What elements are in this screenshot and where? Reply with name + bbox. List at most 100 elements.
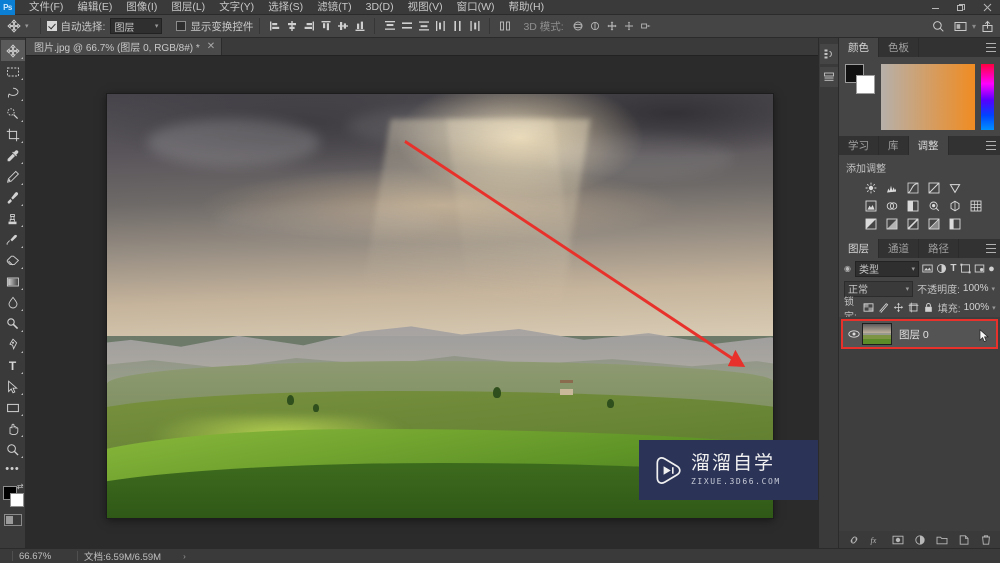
color-swatches[interactable]: ⇄ — [1, 482, 25, 510]
menu-item-10[interactable]: 窗口(W) — [450, 0, 502, 15]
crop-tool-icon[interactable] — [1, 124, 25, 145]
lock-all-icon[interactable] — [923, 301, 934, 315]
distribute-left-edges[interactable] — [432, 17, 449, 35]
quick-selection-tool-icon[interactable] — [1, 103, 25, 124]
adjustments-panel-menu-icon[interactable] — [986, 141, 996, 150]
add-layer-mask-icon[interactable] — [891, 533, 904, 547]
share-icon[interactable] — [976, 16, 998, 36]
layers-panel-menu-icon[interactable] — [986, 244, 996, 253]
curves-icon[interactable] — [905, 181, 920, 195]
tab-learn[interactable]: 学习 — [839, 136, 879, 155]
distribute-bottom-edges[interactable] — [415, 17, 432, 35]
align-bottom-edges[interactable] — [351, 17, 368, 35]
pen-tool-icon[interactable] — [1, 334, 25, 355]
show-transform-controls-checkbox[interactable] — [176, 21, 187, 31]
align-vertical-centers[interactable] — [334, 17, 351, 35]
filter-toggle-icon[interactable]: ◉ — [844, 264, 851, 273]
hand-tool-icon[interactable] — [1, 418, 25, 439]
rectangle-tool-icon[interactable] — [1, 397, 25, 418]
tab-libraries[interactable]: 库 — [879, 136, 909, 155]
align-horizontal-centers[interactable] — [283, 17, 300, 35]
clone-stamp-tool-icon[interactable] — [1, 208, 25, 229]
gradient-map-icon[interactable] — [926, 217, 941, 231]
black-white-icon[interactable] — [905, 199, 920, 213]
move-tool-icon[interactable] — [4, 16, 24, 36]
menu-item-5[interactable]: 文字(Y) — [212, 0, 261, 15]
table-row[interactable]: 图层 0 — [841, 319, 998, 349]
zoom-3d[interactable] — [638, 17, 655, 35]
invert-icon[interactable] — [863, 217, 878, 231]
filter-shape-icon[interactable] — [960, 261, 971, 276]
distribute-top-edges[interactable] — [381, 17, 398, 35]
photo-filter-icon[interactable] — [926, 199, 941, 213]
layer-filter-type-dropdown[interactable]: 类型 ▾ — [854, 260, 919, 277]
menu-item-11[interactable]: 帮助(H) — [502, 0, 552, 15]
blur-tool-icon[interactable] — [1, 292, 25, 313]
move-tool-preset-caret-icon[interactable]: ▾ — [25, 22, 29, 30]
opacity-value[interactable]: 100% — [963, 283, 989, 294]
menu-item-2[interactable]: 编辑(E) — [70, 0, 119, 15]
menu-item-4[interactable]: 图层(L) — [164, 0, 212, 15]
hue-strip-picker[interactable] — [981, 64, 994, 130]
history-brush-tool-icon[interactable] — [1, 229, 25, 250]
filter-enable-toggle[interactable]: ● — [988, 261, 995, 276]
search-icon[interactable] — [928, 16, 950, 36]
vibrance-icon[interactable] — [947, 181, 962, 195]
color-panel-swatches[interactable] — [845, 64, 875, 94]
fill-control[interactable]: 填充: 100% ▾ — [938, 300, 996, 315]
zoom-tool-icon[interactable] — [1, 439, 25, 460]
history-panel-icon[interactable] — [819, 44, 838, 64]
pan-3d[interactable] — [604, 17, 621, 35]
eraser-tool-icon[interactable] — [1, 250, 25, 271]
new-adjustment-layer-icon[interactable] — [913, 533, 926, 547]
slide-3d[interactable] — [621, 17, 638, 35]
brightness-contrast-icon[interactable] — [863, 181, 878, 195]
align-left-edges[interactable] — [266, 17, 283, 35]
tab-channels[interactable]: 通道 — [879, 239, 919, 258]
hue-saturation-icon[interactable] — [863, 199, 878, 213]
restore-button[interactable] — [948, 0, 974, 15]
rectangular-marquee-tool-icon[interactable] — [1, 61, 25, 82]
channel-mixer-icon[interactable] — [947, 199, 962, 213]
filter-adjustment-icon[interactable] — [936, 261, 947, 276]
tab-paths[interactable]: 路径 — [919, 239, 959, 258]
swap-colors-icon[interactable]: ⇄ — [17, 482, 24, 491]
layer-visibility-toggle-icon[interactable] — [846, 329, 862, 339]
auto-select-checkbox[interactable] — [46, 21, 57, 31]
brush-tool-icon[interactable] — [1, 187, 25, 208]
new-layer-icon[interactable] — [957, 533, 970, 547]
menu-item-7[interactable]: 滤镜(T) — [310, 0, 358, 15]
zoom-level[interactable]: 66.67% — [19, 551, 71, 562]
arrange-documents-icon[interactable] — [950, 16, 972, 36]
color-panel-background-swatch[interactable] — [856, 75, 875, 94]
color-balance-icon[interactable] — [884, 199, 899, 213]
edit-toolbar-tool-icon[interactable]: ••• — [1, 460, 25, 481]
status-expander-icon[interactable]: › — [183, 552, 186, 561]
eyedropper-tool-icon[interactable] — [1, 145, 25, 166]
color-field-picker[interactable] — [881, 64, 975, 130]
spot-healing-brush-tool-icon[interactable] — [1, 166, 25, 187]
exposure-icon[interactable] — [926, 181, 941, 195]
align-top-edges[interactable] — [317, 17, 334, 35]
path-selection-tool-icon[interactable] — [1, 376, 25, 397]
menu-item-1[interactable]: 文件(F) — [22, 0, 70, 15]
layer-style-fx-icon[interactable]: fx — [869, 533, 882, 547]
background-color-swatch[interactable] — [9, 493, 24, 507]
close-button[interactable] — [974, 0, 1000, 15]
move-tool-icon[interactable] — [0, 40, 25, 61]
tab-swatches[interactable]: 色板 — [879, 38, 919, 57]
filter-pixel-icon[interactable] — [922, 261, 933, 276]
menu-item-6[interactable]: 选择(S) — [261, 0, 310, 15]
align-right-edges[interactable] — [300, 17, 317, 35]
color-lookup-icon[interactable] — [968, 199, 983, 213]
posterize-icon[interactable] — [884, 217, 899, 231]
distribute-vertical-centers[interactable] — [398, 17, 415, 35]
levels-icon[interactable] — [884, 181, 899, 195]
canvas-viewport[interactable]: 溜溜自学 ZIXUE.3D66.COM — [26, 56, 818, 548]
layer-name[interactable]: 图层 0 — [899, 327, 929, 342]
threshold-icon[interactable] — [905, 217, 920, 231]
lock-image-pixels-icon[interactable] — [878, 301, 889, 315]
filter-smart-object-icon[interactable] — [974, 261, 985, 276]
lock-transparent-pixels-icon[interactable] — [863, 301, 874, 315]
lasso-tool-icon[interactable] — [1, 82, 25, 103]
